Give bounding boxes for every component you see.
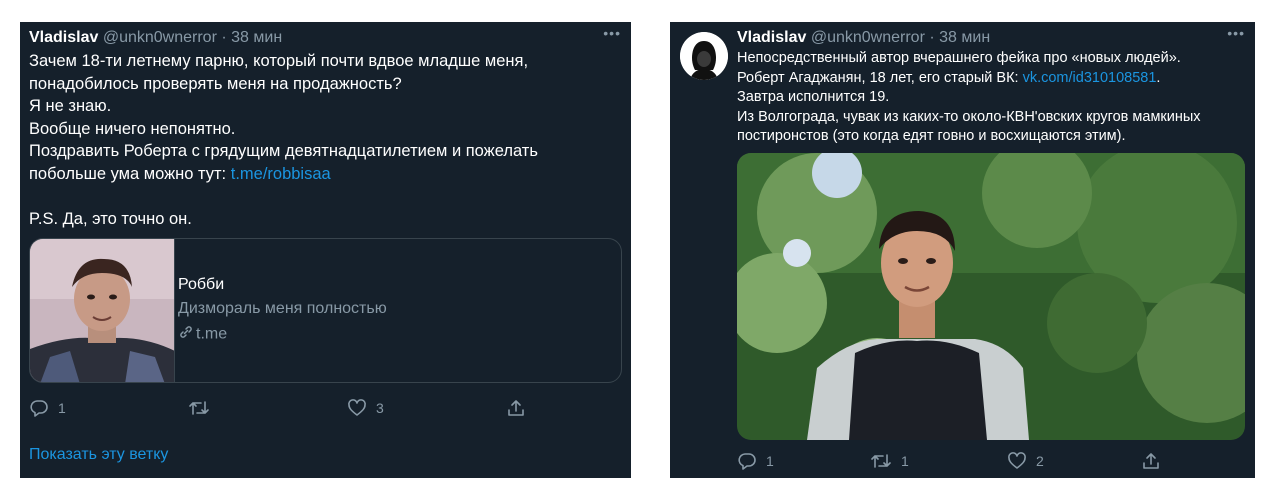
share-button[interactable] [506,398,526,418]
text-line: Из Волгограда, чувак из каких-то около-К… [737,108,1201,125]
separator: · [929,29,935,46]
avatar[interactable] [680,32,728,80]
like-count: 3 [376,400,384,416]
retweet-icon [189,401,209,415]
retweet-count: 1 [901,453,909,469]
tweet-header: Vladislav @unkn0wnerror · 38 мин [737,28,990,48]
more-icon[interactable]: ••• [603,26,621,40]
text-line: Непосредственный автор вчерашнего фейка … [737,50,1181,66]
retweet-button[interactable] [188,398,219,418]
like-icon [348,399,366,416]
card-description: Дизмораль меня полностью [178,300,387,317]
timestamp[interactable]: 38 мин [939,29,990,46]
show-thread-link[interactable]: Показать эту ветку [29,446,168,464]
vk-link[interactable]: vk.com/id310108581 [1023,70,1157,86]
avatar-icon [680,32,728,80]
timestamp[interactable]: 38 мин [231,29,282,46]
card-title[interactable]: Робби [178,276,224,294]
like-icon [1008,452,1026,469]
text-line: побольше ума можно тут: t.me/robbisaa [29,163,538,186]
reply-count: 1 [766,453,774,469]
tweet-text: Непосредственный автор вчерашнего фейка … [737,49,1201,147]
card-thumbnail [30,239,175,382]
separator: · [221,29,227,46]
text-line: P.S. Да, это точно он. [29,210,192,229]
text-line: Завтра исполнится 19. [737,89,890,105]
tweet-header: Vladislav @unkn0wnerror · 38 мин [29,28,282,48]
telegram-link[interactable]: t.me/robbisaa [231,165,331,183]
reply-icon [30,400,48,417]
tweet-photo[interactable] [737,153,1245,440]
like-count: 2 [1036,453,1044,469]
tweet-text: Зачем 18-ти летнему парню, который почти… [29,50,538,231]
tweet-right[interactable]: ••• Vladislav @unkn0wnerror · 38 мин Неп… [670,22,1255,478]
like-button[interactable]: 2 [1007,451,1044,471]
more-icon[interactable]: ••• [1227,26,1245,40]
share-icon [1143,453,1159,469]
author-name[interactable]: Vladislav [737,29,806,46]
text-segment: побольше ума можно тут: [29,164,231,183]
author-name[interactable]: Vladislav [29,29,98,46]
text-segment: . [1156,69,1161,86]
reply-button[interactable]: 1 [737,451,774,471]
text-line: Я не знаю. [29,97,112,116]
text-line: Роберт Агаджанян, 18 лет, его старый ВК:… [737,69,1201,89]
author-handle[interactable]: @unkn0wnerror [811,29,925,46]
like-button[interactable]: 3 [347,398,384,418]
retweet-button[interactable]: 1 [870,451,909,471]
card-domain-text: t.me [196,325,228,343]
text-line: постиронстов (это когда едят говно и вос… [737,128,1126,144]
reply-count: 1 [58,400,66,416]
link-icon [178,324,194,345]
card-divider [174,239,175,382]
card-domain: t.me [178,324,227,345]
retweet-icon [871,454,891,468]
reply-icon [738,453,756,470]
text-line: понадобилось проверять меня на продажнос… [29,74,402,93]
share-button[interactable] [1141,451,1161,471]
author-handle[interactable]: @unkn0wnerror [103,29,217,46]
tweet-left[interactable]: ••• Vladislav @unkn0wnerror · 38 мин Зач… [20,22,631,478]
share-icon [508,400,524,416]
text-line: Зачем 18-ти летнему парню, который почти… [29,52,529,70]
text-line: Вообще ничего непонятно. [29,119,236,138]
text-segment: Роберт Агаджанян, 18 лет, его старый ВК: [737,69,1023,86]
reply-button[interactable]: 1 [29,398,66,418]
text-line: Поздравить Роберта с грядущим девятнадца… [29,142,538,161]
